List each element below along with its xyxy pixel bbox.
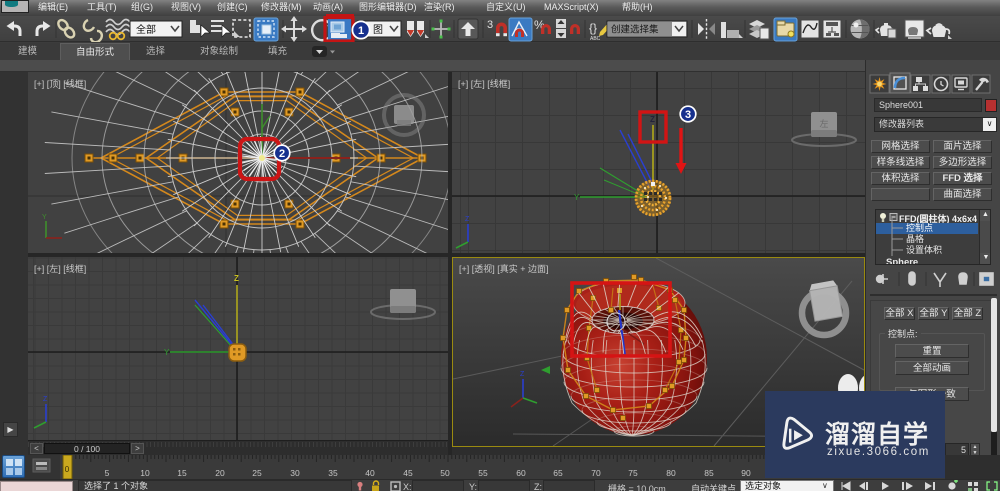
svg-text:创建选择集: 创建选择集 — [611, 24, 659, 36]
svg-text:5: 5 — [105, 468, 110, 478]
svg-text:60: 60 — [516, 468, 526, 478]
svg-text:70: 70 — [591, 468, 601, 478]
svg-text:25: 25 — [252, 468, 262, 478]
svg-text:Z: Z — [520, 371, 525, 378]
svg-text:Z: Z — [465, 216, 470, 223]
svg-text:15: 15 — [177, 468, 187, 478]
svg-text:90: 90 — [741, 468, 751, 478]
svg-text:40: 40 — [365, 468, 375, 478]
svg-text:85: 85 — [704, 468, 714, 478]
svg-text:80: 80 — [666, 468, 676, 478]
svg-text:全部: 全部 — [136, 23, 156, 36]
svg-text:Y: Y — [164, 348, 170, 357]
svg-text:55: 55 — [478, 468, 488, 478]
svg-text:2: 2 — [279, 148, 285, 160]
svg-text:3: 3 — [685, 109, 691, 121]
svg-text:Z: Z — [43, 396, 48, 403]
svg-text:0: 0 — [65, 465, 70, 474]
svg-text:{}: {} — [589, 21, 597, 35]
svg-text:1: 1 — [358, 25, 364, 37]
svg-text:ABC: ABC — [590, 36, 601, 42]
svg-text:45: 45 — [403, 468, 413, 478]
svg-text:3: 3 — [487, 19, 493, 31]
svg-text:10: 10 — [140, 468, 150, 478]
svg-text:65: 65 — [553, 468, 563, 478]
svg-text:左: 左 — [819, 118, 828, 129]
svg-text:Z: Z — [650, 115, 655, 124]
svg-text:图: 图 — [373, 24, 383, 36]
svg-text:Z: Z — [234, 274, 239, 283]
svg-text:20: 20 — [215, 468, 225, 478]
svg-text:75: 75 — [628, 468, 638, 478]
svg-text:Y: Y — [42, 214, 47, 221]
svg-text:30: 30 — [290, 468, 300, 478]
svg-text:50: 50 — [440, 468, 450, 478]
svg-text:Y: Y — [574, 193, 580, 202]
svg-text:35: 35 — [328, 468, 338, 478]
